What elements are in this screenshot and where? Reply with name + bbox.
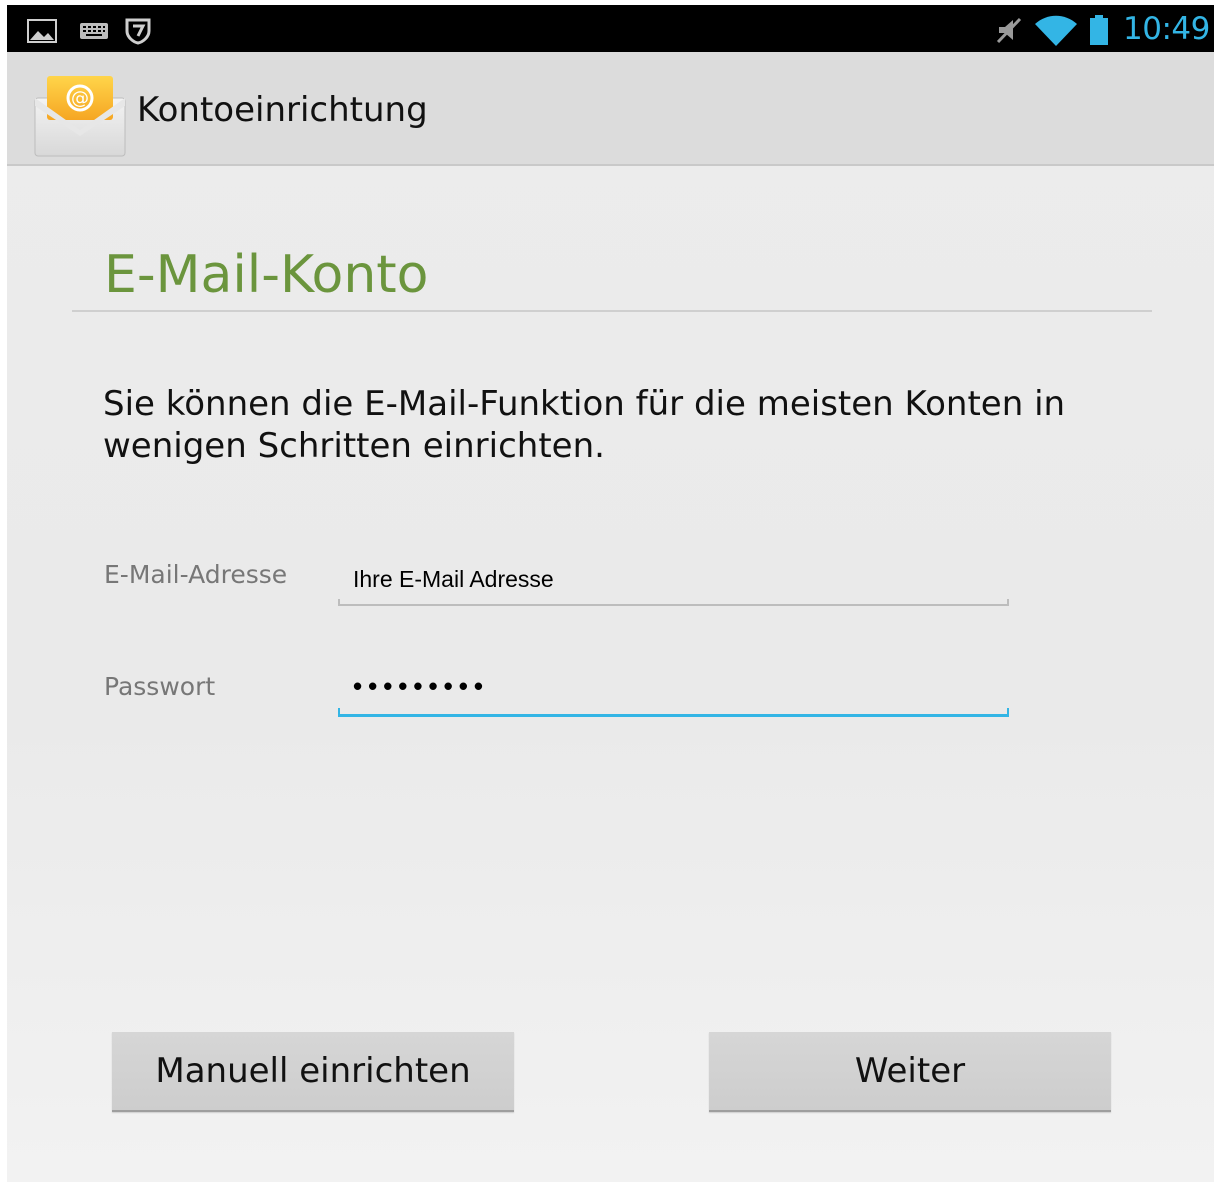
screen: 10:49 @ Kontoeinrichtung E-Mail-Konto Si… (7, 5, 1214, 1182)
status-bar: 10:49 (7, 5, 1214, 52)
password-field-value: ••••••••• (353, 671, 489, 701)
page-title: Kontoeinrichtung (137, 90, 428, 130)
keyboard-icon (80, 23, 108, 39)
section-heading: E-Mail-Konto (104, 245, 429, 305)
email-field[interactable]: Ihre E-Mail Adresse (338, 560, 1009, 606)
description-text: Sie können die E-Mail-Funktion für die m… (103, 384, 1066, 466)
next-button[interactable]: Weiter (709, 1032, 1111, 1112)
password-label: Passwort (104, 672, 216, 701)
email-field-underline (338, 599, 1009, 606)
email-app-icon: @ (34, 76, 126, 157)
password-field[interactable]: ••••••••• (338, 665, 1009, 717)
mute-icon (996, 17, 1022, 44)
email-field-value: Ihre E-Mail Adresse (353, 566, 554, 592)
password-field-underline (338, 708, 1009, 717)
heading-divider (72, 310, 1152, 312)
clock: 10:49 (1123, 11, 1210, 47)
action-bar: @ Kontoeinrichtung (7, 52, 1214, 166)
manual-setup-button[interactable]: Manuell einrichten (112, 1032, 514, 1112)
gallery-icon (27, 19, 57, 43)
email-label: E-Mail-Adresse (104, 560, 288, 589)
wifi-icon (1035, 15, 1077, 46)
shield-icon (125, 18, 151, 45)
battery-icon (1090, 15, 1108, 45)
svg-text:@: @ (71, 88, 89, 109)
